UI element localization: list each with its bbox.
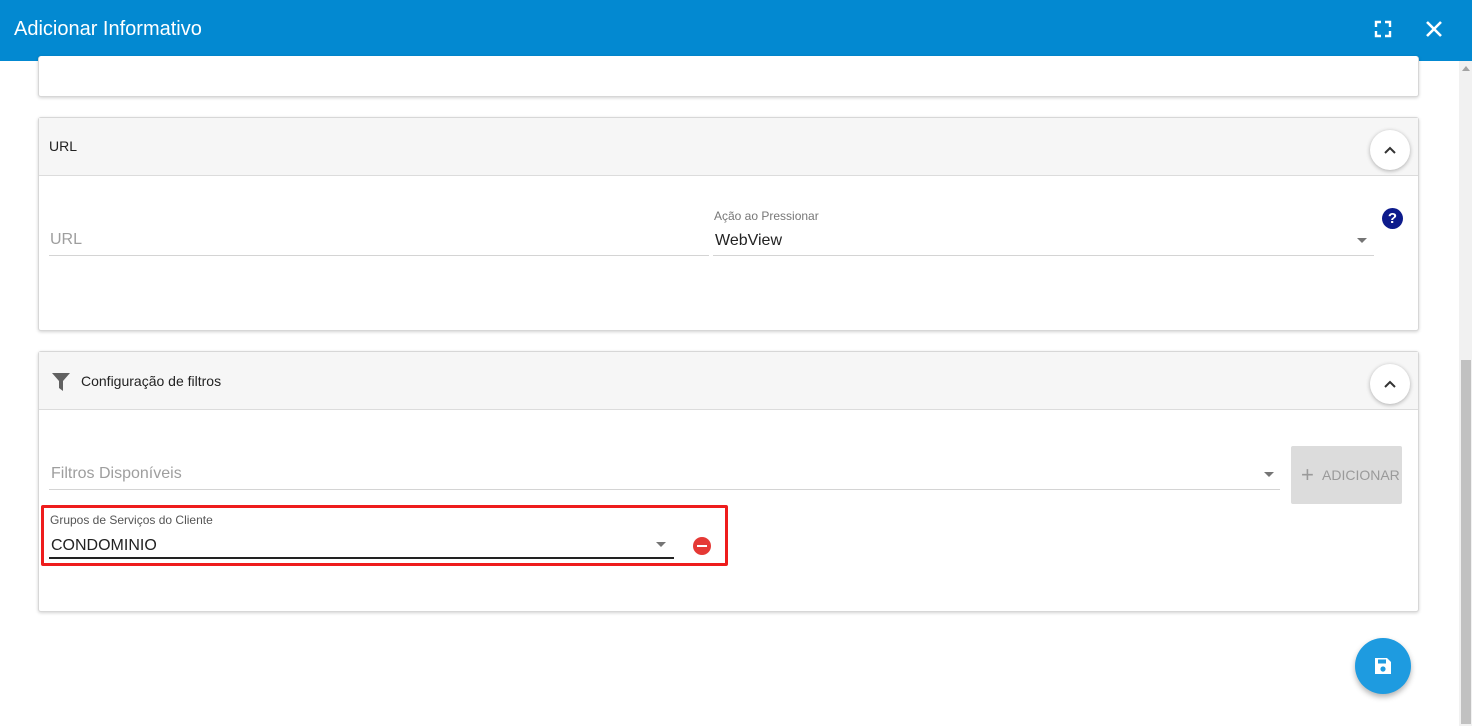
action-select-underline (713, 255, 1374, 256)
previous-section-card (38, 56, 1419, 97)
chevron-up-icon (1384, 146, 1396, 154)
filters-section-title: Configuração de filtros (81, 373, 222, 389)
filters-section-card: Configuração de filtros (38, 351, 1419, 612)
dropdown-arrow-icon[interactable] (1357, 238, 1367, 243)
action-select[interactable]: WebView (715, 232, 782, 250)
close-icon[interactable] (1422, 17, 1446, 41)
group-filter-label: Grupos de Serviços do Cliente (50, 513, 213, 527)
filter-icon (51, 371, 71, 398)
group-filter-select[interactable]: CONDOMINIO (51, 537, 157, 555)
collapse-url-section-button[interactable] (1370, 130, 1410, 170)
dropdown-arrow-icon[interactable] (656, 542, 666, 547)
url-input[interactable]: URL (50, 231, 82, 249)
action-select-label: Ação ao Pressionar (714, 209, 819, 223)
scroll-up-arrow-icon[interactable] (1462, 66, 1470, 71)
chevron-up-icon (1384, 380, 1396, 388)
url-section-header: URL (39, 118, 1418, 176)
dropdown-arrow-icon[interactable] (1264, 472, 1274, 477)
url-section-card: URL (38, 117, 1419, 331)
fullscreen-icon[interactable] (1372, 18, 1394, 40)
filters-section-header: Configuração de filtros (39, 352, 1418, 410)
add-filter-button-label: ADICIONAR (1322, 467, 1400, 483)
scrollbar-thumb[interactable] (1461, 360, 1471, 724)
url-input-underline (49, 255, 709, 256)
url-section-title: URL (49, 138, 78, 154)
remove-filter-icon[interactable] (693, 537, 711, 555)
collapse-filters-section-button[interactable] (1370, 364, 1410, 404)
plus-icon: + (1301, 462, 1314, 487)
available-filters-select[interactable]: Filtros Disponíveis (51, 465, 182, 483)
save-icon (1375, 658, 1391, 674)
dialog-header: Adicionar Informativo (0, 0, 1472, 61)
group-filter-underline (49, 557, 674, 559)
dialog-title: Adicionar Informativo (14, 18, 202, 40)
available-filters-underline (49, 489, 1280, 490)
add-filter-button[interactable]: + ADICIONAR (1291, 446, 1402, 504)
save-button[interactable] (1355, 638, 1411, 694)
help-icon[interactable]: ? (1382, 208, 1403, 229)
